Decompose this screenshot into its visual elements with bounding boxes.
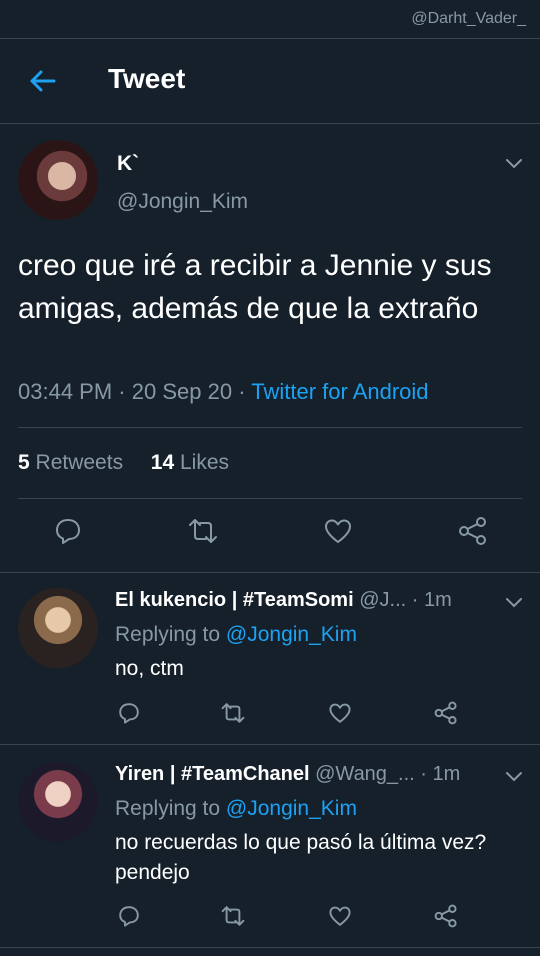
reply-icon[interactable] xyxy=(117,701,141,725)
reply-time-separator: · xyxy=(420,763,433,785)
reply-item[interactable]: Yiren | #TeamChanel @Wang_... · 1m Reply… xyxy=(0,745,540,948)
likes-label: Likes xyxy=(179,451,229,474)
avatar[interactable] xyxy=(18,140,98,220)
replying-to-prefix: Replying to xyxy=(115,797,221,820)
tweet-stats: 5 Retweets 14 Likes xyxy=(18,451,229,475)
retweets-label: Retweets xyxy=(35,451,124,474)
reply-author-name[interactable]: Yiren | #TeamChanel xyxy=(115,763,310,785)
back-arrow-icon[interactable] xyxy=(26,65,58,97)
avatar[interactable] xyxy=(18,762,98,842)
retweets-stat[interactable]: 5 Retweets xyxy=(18,451,123,474)
reply-header: Yiren | #TeamChanel @Wang_... · 1m xyxy=(115,763,460,786)
reply-icon[interactable] xyxy=(117,904,141,928)
replying-to: Replying to @Jongin_Kim xyxy=(115,623,357,647)
chevron-down-icon[interactable] xyxy=(504,156,524,170)
tweet-date: 20 Sep 20 xyxy=(131,379,233,404)
author-handle[interactable]: @Jongin_Kim xyxy=(117,190,248,214)
chevron-down-icon[interactable] xyxy=(504,595,524,609)
main-tweet: K` @Jongin_Kim creo que iré a recibir a … xyxy=(0,124,540,573)
share-icon[interactable] xyxy=(434,701,458,725)
tweet-actions xyxy=(0,512,540,552)
tweet-time: 03:44 PM xyxy=(18,379,113,404)
divider xyxy=(18,498,522,499)
replying-to-handle[interactable]: @Jongin_Kim xyxy=(226,797,357,820)
chevron-down-icon[interactable] xyxy=(504,769,524,783)
like-icon[interactable] xyxy=(328,904,352,928)
header: Tweet xyxy=(0,39,540,124)
replying-to-handle[interactable]: @Jongin_Kim xyxy=(226,623,357,646)
page-title: Tweet xyxy=(108,63,186,94)
tweet-meta: 03:44 PM · 20 Sep 20 · Twitter for Andro… xyxy=(18,379,429,405)
retweets-count: 5 xyxy=(18,451,30,474)
reply-time: 1m xyxy=(432,763,461,785)
avatar[interactable] xyxy=(18,588,98,668)
watermark: @Darht_Vader_ xyxy=(411,10,526,27)
share-icon[interactable] xyxy=(434,904,458,928)
replying-to-prefix: Replying to xyxy=(115,623,221,646)
reply-text: no recuerdas lo que pasó la última vez? … xyxy=(115,831,487,884)
like-icon[interactable] xyxy=(328,701,352,725)
reply-author-handle[interactable]: @Wang_... xyxy=(315,763,415,785)
retweet-icon[interactable] xyxy=(220,904,246,928)
author-name[interactable]: K` xyxy=(117,152,139,176)
reply-author-handle[interactable]: @J... xyxy=(359,589,406,611)
retweet-icon[interactable] xyxy=(187,516,219,546)
reply-author-name[interactable]: El kukencio | #TeamSomi xyxy=(115,589,354,611)
likes-count: 14 xyxy=(150,451,175,474)
meta-separator: · xyxy=(118,379,132,404)
meta-separator: · xyxy=(238,379,252,404)
tweet-source[interactable]: Twitter for Android xyxy=(251,379,428,404)
tweet-text: creo que iré a recibir a Jennie y sus am… xyxy=(18,249,492,325)
reply-time-separator: · xyxy=(411,589,424,611)
reply-text: no, ctm xyxy=(115,657,184,680)
likes-stat[interactable]: 14 Likes xyxy=(151,451,229,474)
divider xyxy=(18,427,522,428)
like-icon[interactable] xyxy=(323,516,353,546)
watermark-bar: @Darht_Vader_ xyxy=(0,0,540,39)
retweet-icon[interactable] xyxy=(220,701,246,725)
share-icon[interactable] xyxy=(458,516,488,546)
replying-to: Replying to @Jongin_Kim xyxy=(115,797,357,821)
reply-icon[interactable] xyxy=(53,516,83,546)
reply-item[interactable]: El kukencio | #TeamSomi @J... · 1m Reply… xyxy=(0,571,540,745)
reply-time: 1m xyxy=(423,589,452,611)
reply-header: El kukencio | #TeamSomi @J... · 1m xyxy=(115,589,452,612)
